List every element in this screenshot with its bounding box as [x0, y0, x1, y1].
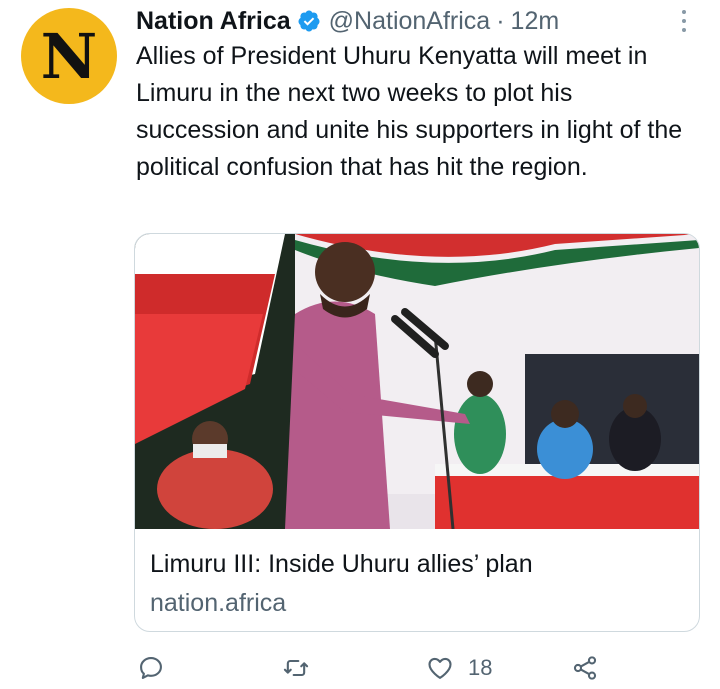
separator-dot: · [496, 6, 505, 35]
like-count: 18 [468, 655, 493, 680]
share-icon [573, 656, 597, 680]
tweet-actions: 18 [0, 650, 720, 686]
heart-icon [428, 657, 452, 679]
share-button[interactable] [571, 650, 599, 686]
more-options-icon[interactable] [677, 10, 691, 32]
more-dot [682, 28, 686, 32]
more-dot [682, 10, 686, 14]
tweet-text: Allies of President Uhuru Kenyatta will … [136, 42, 683, 181]
avatar-letter: N [40, 20, 98, 93]
retweet-icon [283, 659, 309, 677]
avatar[interactable]: N [21, 8, 117, 104]
reply-button[interactable] [137, 650, 165, 686]
card-domain[interactable]: nation.africa [150, 589, 286, 618]
retweet-button[interactable] [282, 650, 310, 686]
author-handle[interactable]: @NationAfrica [329, 7, 491, 36]
tweet-timestamp[interactable]: 12m [511, 7, 560, 36]
author-name[interactable]: Nation Africa [136, 7, 291, 36]
link-card[interactable]: Limuru III: Inside Uhuru allies’ plan na… [134, 233, 700, 632]
card-image[interactable] [135, 234, 699, 529]
card-title[interactable]: Limuru III: Inside Uhuru allies’ plan [150, 550, 533, 579]
like-button[interactable]: 18 [426, 650, 492, 686]
reply-icon [140, 657, 162, 679]
more-dot [682, 19, 686, 23]
tweet-header: Nation Africa @NationAfrica · 12m [136, 4, 559, 38]
verified-badge-icon [298, 10, 320, 32]
